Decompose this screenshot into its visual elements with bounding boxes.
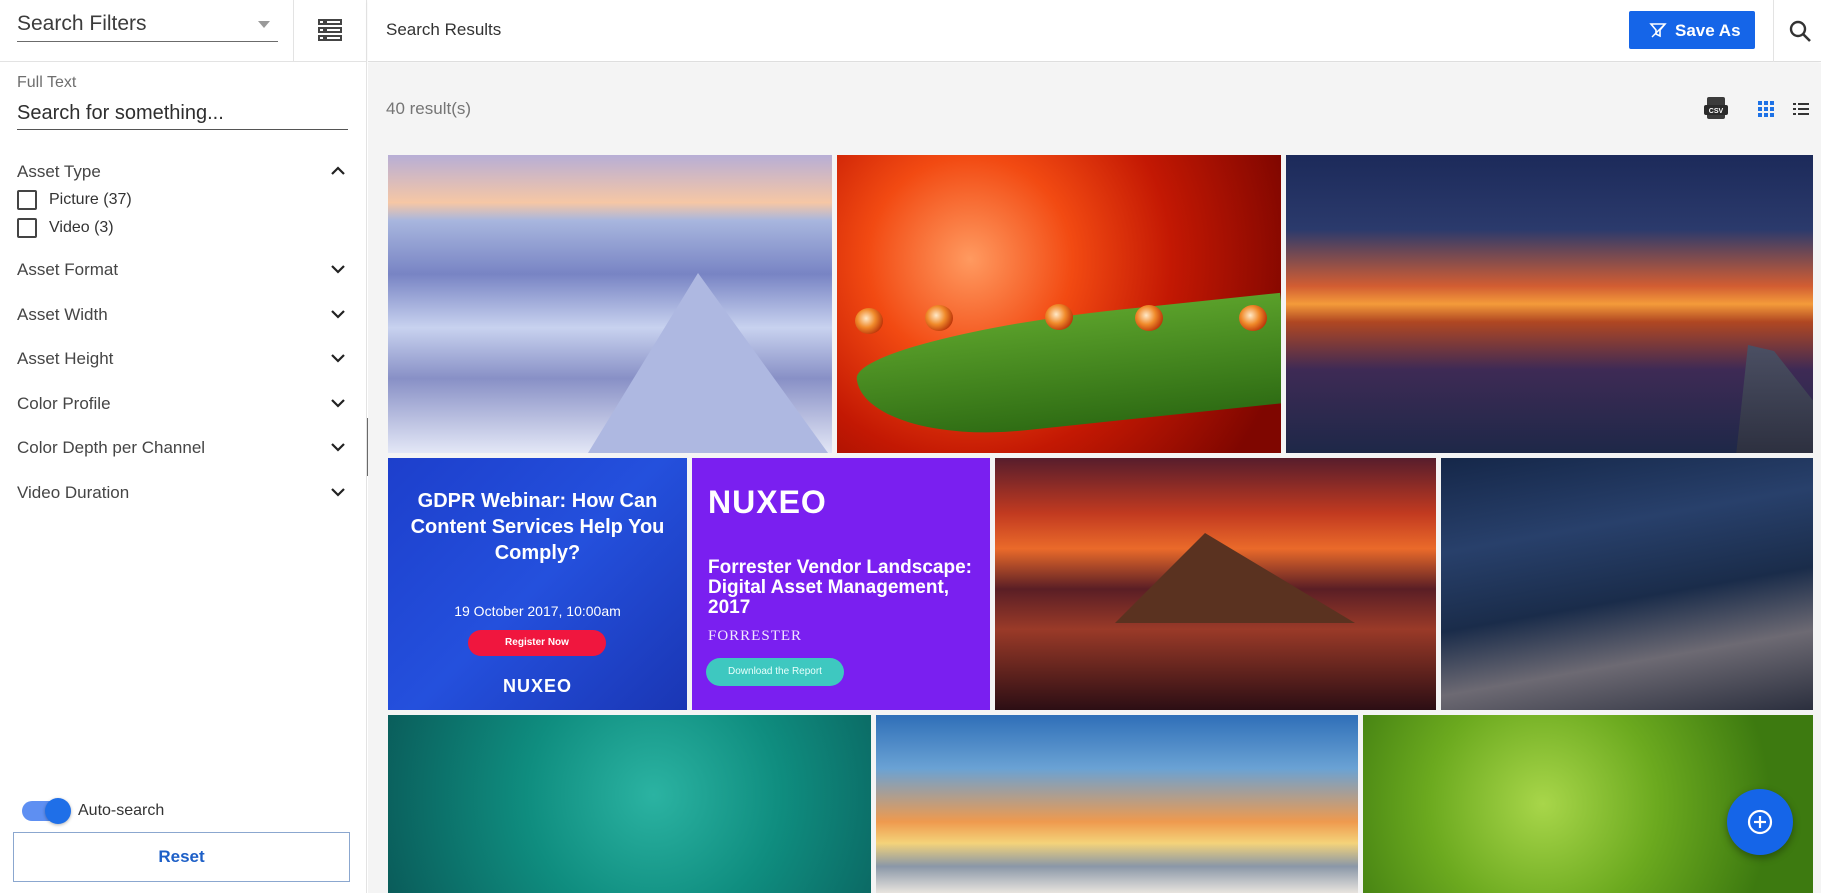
checkbox-label: Picture (37)	[49, 191, 132, 208]
saved-search-list-icon[interactable]	[316, 16, 344, 44]
search-filters-select[interactable]: Search Filters	[17, 10, 278, 42]
asset-thumbnail-snow-mountain[interactable]	[388, 155, 832, 453]
results-header: Search Results Save As	[368, 0, 1821, 62]
chevron-down-icon	[331, 310, 345, 319]
chevron-down-icon	[331, 354, 345, 363]
app: Search Filters Full Text Asset Type	[0, 0, 1821, 893]
facet-label: Asset Width	[17, 305, 108, 324]
checkbox-box[interactable]	[17, 218, 37, 238]
search-filters-select-value: Search Filters	[17, 12, 147, 35]
filters-sidebar: Search Filters Full Text Asset Type	[0, 0, 367, 893]
facet-asset-type[interactable]: Asset Type	[17, 158, 347, 186]
nuxeo-logo: NUXEO	[502, 676, 572, 696]
asset-thumbnail-jellyfish[interactable]	[388, 715, 871, 893]
facet-label: Asset Height	[17, 349, 114, 368]
asset-thumbnail-water-drops[interactable]	[837, 155, 1281, 453]
save-as-button[interactable]: Save As	[1629, 11, 1755, 49]
thumbnail-art	[1135, 305, 1163, 331]
auto-search-label: Auto-search	[78, 802, 165, 819]
facet-color-profile[interactable]: Color Profile	[17, 390, 347, 418]
facet-label: Color Depth per Channel	[17, 438, 206, 457]
toggle-knob	[45, 798, 71, 824]
sidebar-header: Search Filters	[0, 0, 367, 62]
divider	[1773, 0, 1774, 62]
webinar-title: GDPR Webinar: How Can Content Services H…	[410, 490, 665, 564]
save-as-icon	[1649, 23, 1667, 38]
add-asset-button[interactable]	[1727, 789, 1793, 855]
asset-thumbnail-city-night[interactable]	[1441, 458, 1813, 710]
results-count: 40 result(s)	[386, 99, 472, 118]
chevron-down-icon	[331, 399, 345, 408]
thumbnail-art	[1239, 305, 1267, 331]
thumbnail-art	[1115, 533, 1355, 623]
facet-label: Asset Format	[17, 260, 119, 279]
asset-thumbnail-mountain-reflection[interactable]	[995, 458, 1436, 710]
asset-thumbnail-clouds-sunset[interactable]	[876, 715, 1358, 893]
facet-asset-format[interactable]: Asset Format	[17, 256, 347, 284]
register-now-badge: Register Now	[468, 630, 606, 656]
checkbox-box[interactable]	[17, 190, 37, 210]
download-report-badge: Download the Report	[706, 658, 844, 686]
asset-thumbnail-gdpr-webinar[interactable]: GDPR Webinar: How Can Content Services H…	[388, 458, 687, 710]
results-panel: 40 result(s) CSV GDPR Webinar: How Can C…	[368, 63, 1821, 893]
thumbnail-art	[1735, 345, 1813, 453]
webinar-date: 19 October 2017, 10:00am	[454, 603, 621, 619]
thumbnail-art	[1045, 304, 1073, 330]
asset-thumbnail-forrester-report[interactable]: NUXEO Forrester Vendor Landscape: Digita…	[692, 458, 990, 710]
checkbox-label: Video (3)	[49, 219, 114, 236]
csv-export-icon[interactable]: CSV	[1702, 95, 1730, 123]
search-icon[interactable]	[1786, 17, 1814, 45]
add-circle-icon	[1747, 809, 1773, 835]
fulltext-label: Full Text	[17, 74, 77, 91]
facet-color-depth[interactable]: Color Depth per Channel	[17, 434, 347, 462]
chevron-down-icon	[331, 443, 345, 452]
thumbnail-art	[588, 273, 828, 453]
auto-search-toggle[interactable]	[22, 798, 71, 824]
fulltext-search-input[interactable]	[17, 98, 348, 130]
facet-asset-width[interactable]: Asset Width	[17, 301, 347, 329]
svg-text:CSV: CSV	[1709, 108, 1724, 115]
asset-thumbnail-airplane-sunset[interactable]	[1286, 155, 1813, 453]
list-view-icon[interactable]	[1792, 100, 1810, 118]
facet-label: Asset Type	[17, 162, 101, 181]
report-title: Forrester Vendor Landscape: Digital Asse…	[708, 557, 972, 618]
forrester-logo: FORRESTER	[708, 628, 803, 644]
chevron-up-icon	[331, 166, 345, 175]
divider	[293, 0, 294, 62]
chevron-down-icon	[331, 265, 345, 274]
dropdown-caret-icon	[258, 21, 270, 28]
chevron-down-icon	[331, 488, 345, 497]
nuxeo-logo: NUXEO	[708, 484, 827, 520]
reset-button[interactable]: Reset	[13, 832, 350, 882]
grid-view-icon[interactable]	[1757, 100, 1775, 118]
facet-label: Video Duration	[17, 483, 130, 502]
thumbnail-art	[855, 308, 883, 334]
save-as-label: Save As	[1675, 21, 1741, 40]
page-title: Search Results	[386, 20, 502, 39]
facet-label: Color Profile	[17, 394, 111, 413]
thumbnail-art	[925, 305, 953, 331]
facet-asset-height[interactable]: Asset Height	[17, 345, 347, 373]
facet-video-duration[interactable]: Video Duration	[17, 479, 347, 507]
